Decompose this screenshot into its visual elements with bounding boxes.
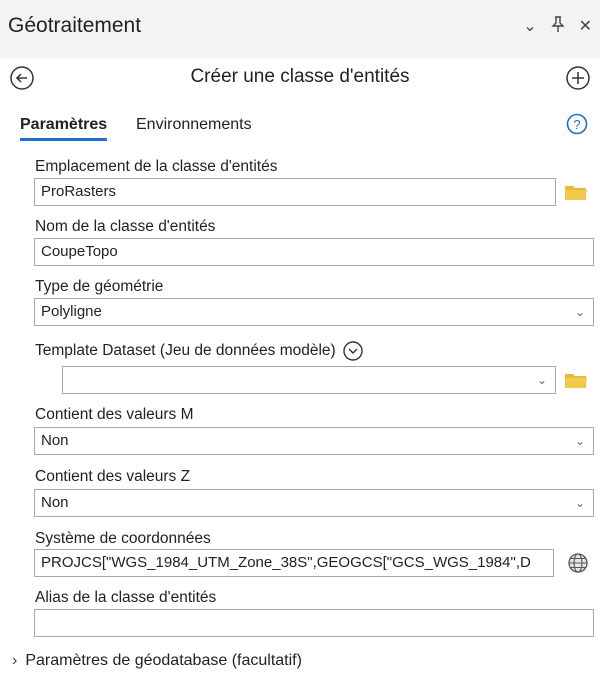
pin-icon[interactable] bbox=[550, 16, 565, 37]
name-label: Nom de la classe d'entités bbox=[35, 218, 216, 235]
globe-icon bbox=[568, 553, 588, 573]
template-select[interactable]: ⌄ bbox=[62, 366, 556, 394]
help-button[interactable]: ? bbox=[566, 113, 588, 135]
coord-input[interactable]: PROJCS["WGS_1984_UTM_Zone_38S",GEOGCS["G… bbox=[34, 549, 554, 577]
template-label-row: Template Dataset (Jeu de données modèle) bbox=[35, 340, 364, 362]
panel-title: Géotraitement bbox=[8, 14, 142, 37]
chevron-down-icon: ⌄ bbox=[574, 305, 585, 319]
has-m-value: Non bbox=[41, 432, 69, 449]
geometry-select[interactable]: Polyligne ⌄ bbox=[34, 298, 594, 326]
geometry-value: Polyligne bbox=[41, 303, 102, 320]
expand-circle-icon[interactable] bbox=[342, 340, 364, 362]
chevron-down-icon: ⌄ bbox=[536, 373, 547, 387]
geometry-label: Type de géométrie bbox=[35, 278, 164, 295]
folder-browse-button[interactable] bbox=[564, 182, 588, 202]
svg-text:?: ? bbox=[573, 117, 580, 132]
close-icon[interactable]: ✕ bbox=[579, 18, 592, 36]
alias-input[interactable] bbox=[34, 609, 594, 637]
has-m-select[interactable]: Non ⌄ bbox=[34, 427, 594, 455]
chevron-down-icon[interactable]: ⌄ bbox=[523, 18, 536, 36]
tab-parameters[interactable]: Paramètres bbox=[20, 116, 108, 141]
template-label: Template Dataset (Jeu de données modèle) bbox=[35, 342, 336, 359]
name-input[interactable]: CoupeTopo bbox=[34, 238, 594, 266]
help-icon: ? bbox=[566, 113, 588, 135]
tool-header: Créer une classe d'entités bbox=[0, 58, 600, 106]
chevron-right-icon: › bbox=[12, 652, 18, 669]
has-z-value: Non bbox=[41, 494, 69, 511]
geodatabase-settings-label: Paramètres de géodatabase (facultatif) bbox=[25, 652, 302, 669]
window-controls: ⌄ ✕ bbox=[523, 16, 592, 37]
has-z-select[interactable]: Non ⌄ bbox=[34, 489, 594, 517]
tab-bar: Paramètres Environnements ? bbox=[0, 106, 600, 146]
alias-label: Alias de la classe d'entités bbox=[35, 589, 217, 606]
plus-circle-icon bbox=[566, 66, 590, 90]
folder-icon bbox=[565, 374, 587, 388]
coord-label: Système de coordonnées bbox=[35, 530, 211, 547]
tab-parameters-label: Paramètres bbox=[20, 116, 108, 133]
geodatabase-settings-expander[interactable]: › Paramètres de géodatabase (facultatif) bbox=[12, 652, 302, 670]
add-button[interactable] bbox=[564, 64, 592, 92]
folder-icon bbox=[565, 186, 587, 200]
template-browse-button[interactable] bbox=[564, 370, 588, 390]
tab-environments[interactable]: Environnements bbox=[136, 116, 252, 134]
panel-titlebar: Géotraitement ⌄ ✕ bbox=[0, 0, 600, 58]
chevron-down-icon: ⌄ bbox=[574, 434, 585, 448]
tool-title: Créer une classe d'entités bbox=[190, 66, 410, 87]
has-z-label: Contient des valeurs Z bbox=[35, 468, 191, 485]
location-input[interactable]: ProRasters bbox=[34, 178, 556, 206]
active-tab-underline bbox=[20, 138, 108, 141]
location-label: Emplacement de la classe d'entités bbox=[35, 158, 278, 175]
coordinate-system-button[interactable] bbox=[567, 552, 589, 574]
chevron-down-icon: ⌄ bbox=[574, 496, 585, 510]
has-m-label: Contient des valeurs M bbox=[35, 406, 194, 423]
